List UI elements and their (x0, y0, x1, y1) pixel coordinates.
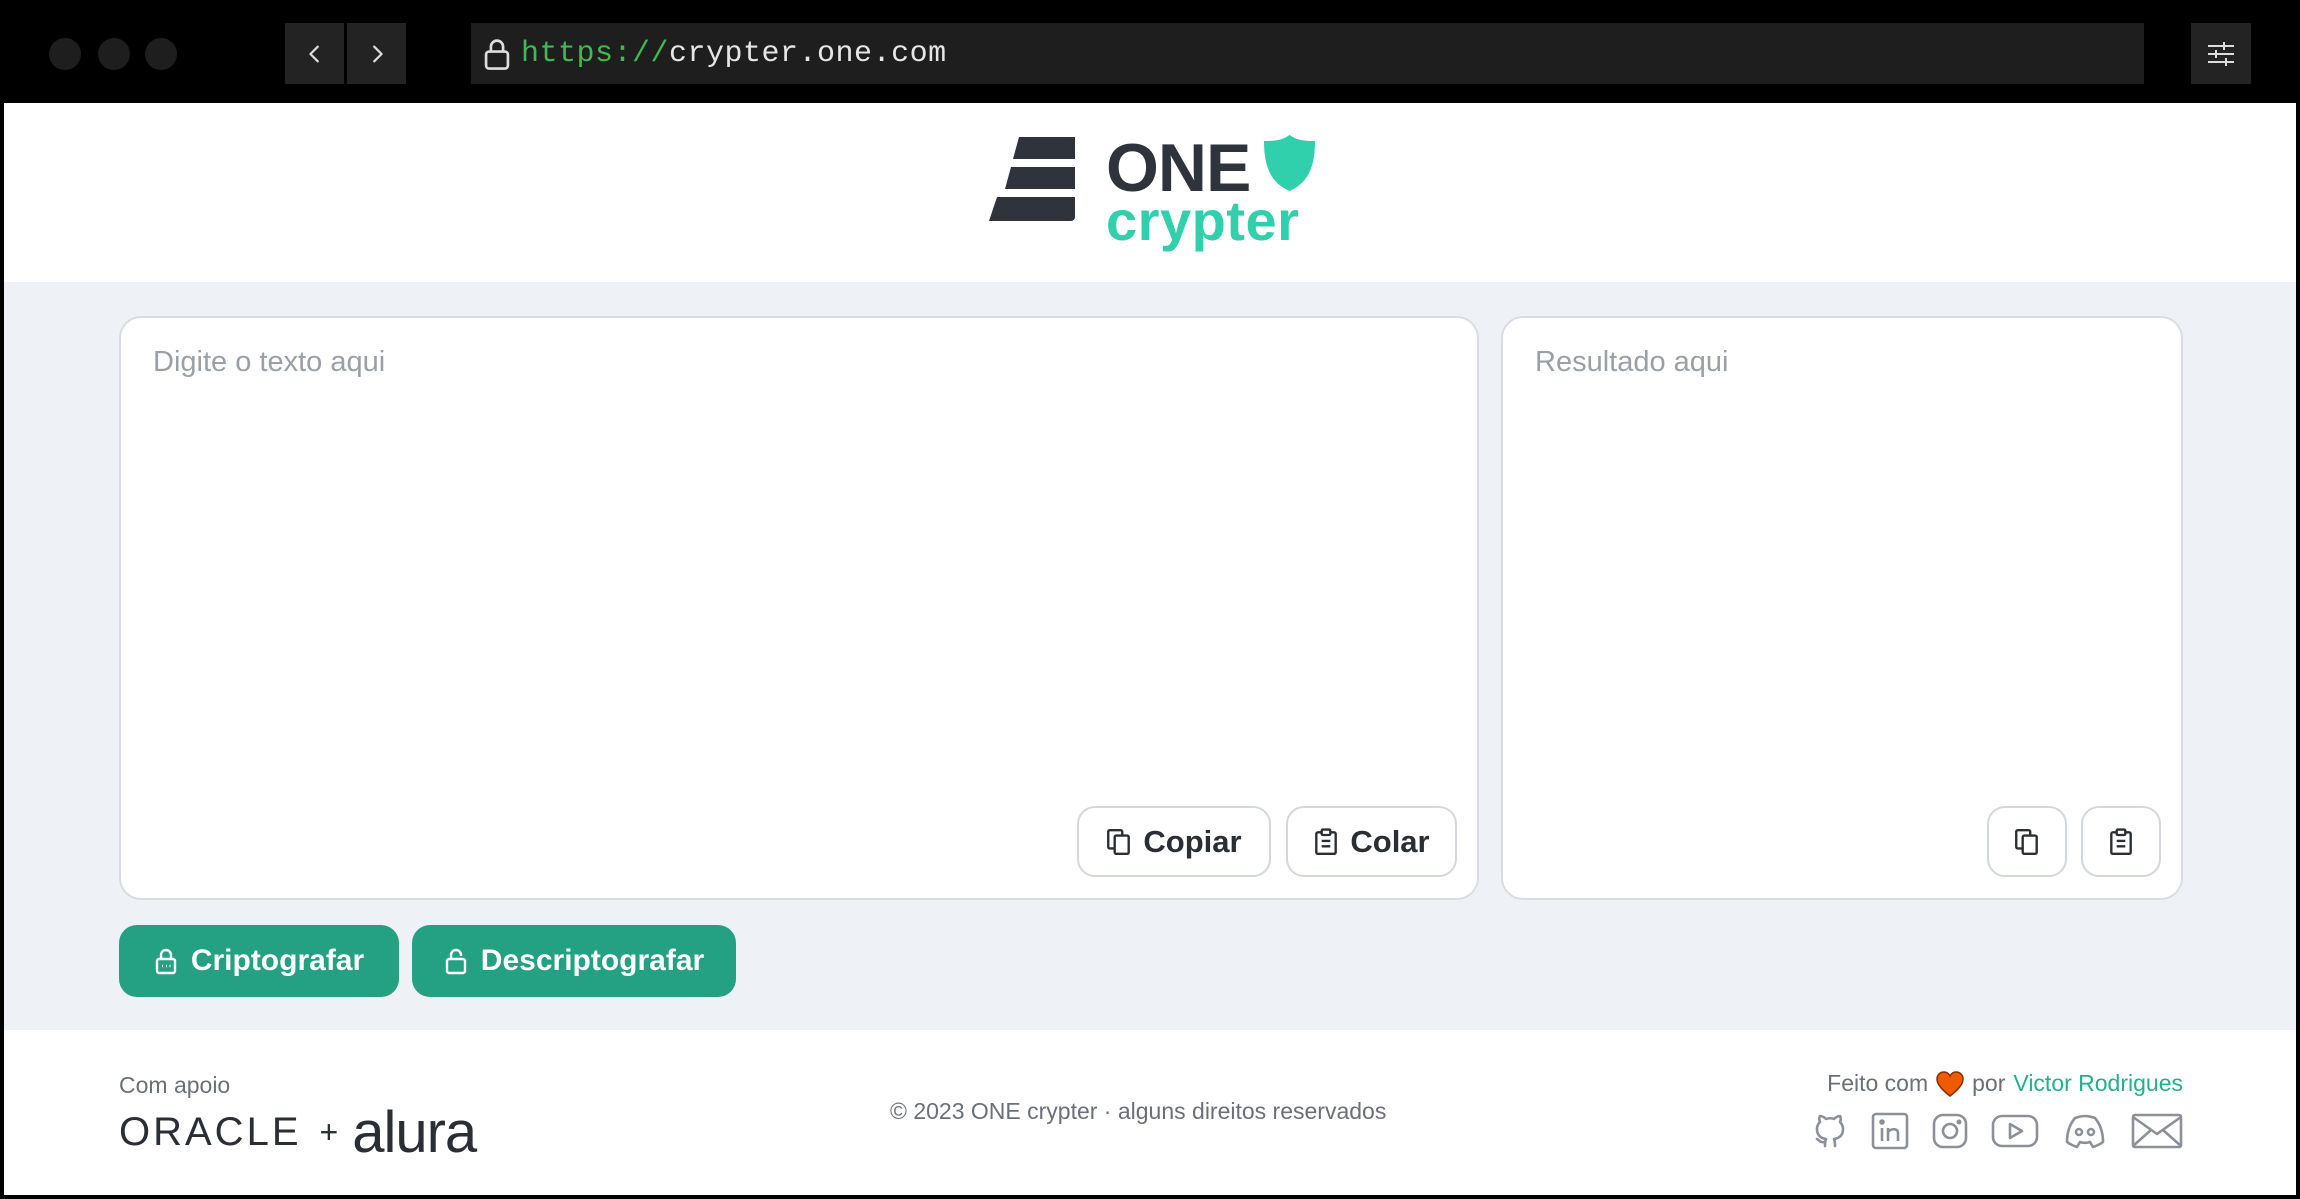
clipboard-icon (1315, 827, 1338, 855)
output-copy-button[interactable] (1987, 806, 2067, 877)
instagram-icon[interactable] (1931, 1112, 1969, 1150)
made-with-prefix: Feito com (1827, 1070, 1929, 1096)
encrypt-button-label: Criptografar (190, 944, 365, 977)
lock-icon (484, 38, 510, 70)
sponsor-logos: ORACLE + alura (119, 1100, 477, 1165)
forward-button[interactable] (347, 23, 406, 84)
window-maximize-button[interactable] (145, 38, 177, 70)
footer: Com apoio ORACLE + alura © 2023 ONE cryp… (4, 1030, 2296, 1195)
address-bar[interactable]: https://crypter.one.com (471, 23, 2144, 84)
decrypt-button-label: Descriptografar (480, 944, 705, 977)
output-textarea[interactable] (1533, 344, 2151, 798)
output-panel (1501, 316, 2183, 900)
paste-button-label: Colar (1350, 823, 1430, 859)
oracle-logo[interactable]: ORACLE (119, 1110, 302, 1155)
shield-icon (1264, 135, 1315, 191)
lock-icon (155, 948, 177, 975)
decrypt-button[interactable]: Descriptografar (412, 925, 736, 997)
settings-button[interactable] (2191, 23, 2251, 84)
unlock-icon (445, 948, 466, 975)
logo-stack-icon (989, 137, 1075, 221)
window-minimize-button[interactable] (98, 38, 130, 70)
url-text: https://crypter.one.com (521, 37, 947, 71)
discord-icon[interactable] (2061, 1112, 2109, 1150)
back-button[interactable] (285, 23, 344, 84)
made-with-by: por (1972, 1070, 2006, 1096)
url-scheme: https:// (521, 36, 670, 71)
sliders-icon (2208, 41, 2234, 66)
alura-logo[interactable]: alura (352, 1099, 477, 1166)
copy-button-label: Copiar (1143, 823, 1242, 859)
logo[interactable]: ONE crypter (989, 133, 1319, 263)
input-panel: Copiar Colar (119, 316, 1479, 900)
author-link[interactable]: Victor Rodrigues (2013, 1070, 2183, 1097)
logo-crypter-text: crypter (1106, 189, 1300, 252)
email-icon[interactable] (2131, 1112, 2183, 1150)
copy-button[interactable]: Copiar (1077, 806, 1271, 877)
chevron-left-icon (308, 45, 319, 62)
window-close-button[interactable] (49, 38, 81, 70)
url-host: crypter.one.com (669, 36, 947, 71)
social-links (1811, 1112, 2183, 1150)
heart-icon (1936, 1070, 1964, 1097)
youtube-icon[interactable] (1991, 1112, 2039, 1150)
paste-button[interactable]: Colar (1286, 806, 1457, 877)
chevron-right-icon (372, 45, 383, 62)
output-paste-button[interactable] (2081, 806, 2161, 877)
made-with: Feito com por Victor Rodrigues (1827, 1070, 2183, 1097)
sponsor-plus: + (319, 1113, 339, 1150)
linkedin-icon[interactable] (1871, 1112, 1909, 1150)
header: ONE crypter (4, 103, 2296, 282)
encrypt-button[interactable]: Criptografar (119, 925, 399, 997)
copyright-text: © 2023 ONE crypter · alguns direitos res… (890, 1098, 1387, 1124)
copy-icon (1107, 828, 1131, 855)
support-label: Com apoio (119, 1072, 231, 1098)
input-textarea[interactable] (151, 344, 1447, 798)
copy-icon (2015, 828, 2038, 855)
clipboard-icon (2110, 827, 2132, 855)
page: ONE crypter Copiar Colar (4, 103, 2296, 1195)
github-icon[interactable] (1811, 1112, 1849, 1150)
browser-chrome: https://crypter.one.com (0, 0, 2300, 103)
